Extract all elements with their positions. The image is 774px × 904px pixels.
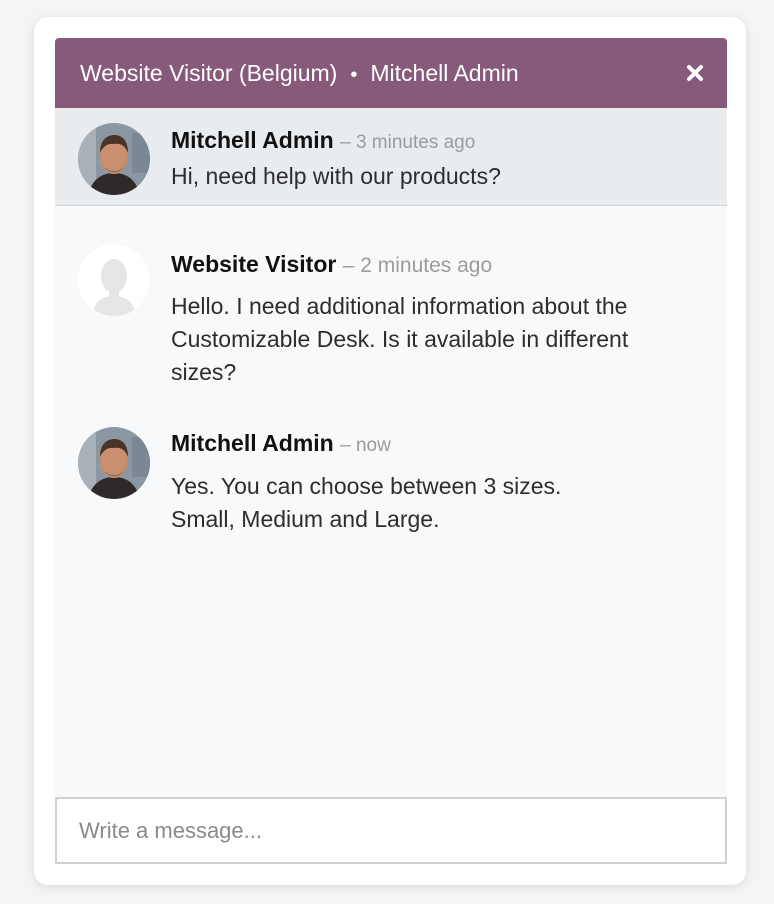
message-body: Website Visitor – 2 minutes ago Hello. I… <box>171 249 691 389</box>
message-input[interactable] <box>57 799 725 862</box>
message-text: Yes. You can choose between 3 sizes. Sma… <box>171 473 562 532</box>
chat-window-header: Website Visitor (Belgium) • Mitchell Admin <box>55 38 727 108</box>
message-text: Hello. I need additional information abo… <box>171 293 629 385</box>
message-author: Mitchell Admin <box>171 430 334 456</box>
message-header: Mitchell Admin – 3 minutes ago <box>171 125 691 158</box>
message-text: Hi, need help with our products? <box>171 163 501 189</box>
chat-window-title: Website Visitor (Belgium) • Mitchell Admin <box>80 60 685 87</box>
visitor-name: Website Visitor (Belgium) <box>80 59 338 86</box>
message-body: Mitchell Admin – 3 minutes ago Hi, need … <box>171 125 691 193</box>
message-composer <box>55 797 727 864</box>
message-date: – 2 minutes ago <box>342 254 493 277</box>
message-date: – now <box>340 435 391 456</box>
message-body: Mitchell Admin – now Yes. You can choose… <box>171 428 691 536</box>
message-highlighted: Mitchell Admin – 3 minutes ago Hi, need … <box>55 108 727 206</box>
close-icon[interactable] <box>685 63 705 83</box>
message-header: Mitchell Admin – now <box>171 428 691 461</box>
visitor-avatar <box>78 244 150 316</box>
message-author: Mitchell Admin <box>171 127 334 153</box>
message-author: Website Visitor <box>171 251 337 277</box>
message-date: – 3 minutes ago <box>340 132 476 153</box>
message-thread[interactable]: Website Visitor – 2 minutes ago Hello. I… <box>55 206 727 798</box>
message-header: Website Visitor – 2 minutes ago <box>171 249 691 281</box>
operator-name: Mitchell Admin <box>370 59 519 86</box>
operator-avatar <box>78 123 150 195</box>
operator-avatar <box>78 427 150 499</box>
header-separator: • <box>350 63 358 86</box>
